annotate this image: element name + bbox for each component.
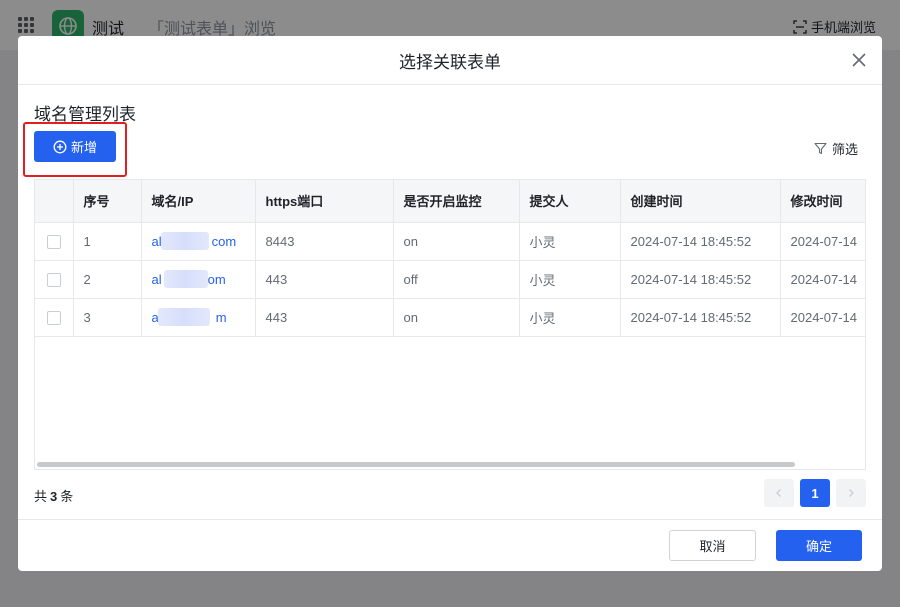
cancel-button[interactable]: 取消	[669, 530, 756, 561]
total-count: 共3条	[34, 489, 74, 504]
cell-index: 2	[73, 260, 142, 299]
select-all-cell	[35, 180, 74, 223]
domain-link[interactable]: al com	[152, 231, 236, 250]
filter-icon	[814, 142, 827, 155]
column-header: 提交人	[519, 180, 621, 223]
table-header-row: 序号 域名/IP https端口 是否开启监控 提交人 创建时间 修改时间	[35, 180, 865, 223]
cell-port: 443	[255, 260, 394, 299]
table-row[interactable]: 3 am 443 on 小灵 2024-07-14 18:45:52 2024-…	[35, 298, 865, 337]
cell-monitor: off	[393, 260, 520, 299]
cell-index: 1	[73, 222, 142, 261]
cell-created: 2024-07-14 18:45:52	[620, 260, 781, 299]
column-header: 序号	[73, 180, 142, 223]
domain-link[interactable]: am	[152, 307, 227, 326]
column-header: 是否开启监控	[393, 180, 520, 223]
chevron-right-icon	[849, 489, 854, 497]
cell-submitter: 小灵	[519, 298, 621, 337]
cell-modified: 2024-07-14	[780, 222, 865, 261]
plus-circle-icon	[53, 140, 67, 153]
prev-page-button[interactable]	[764, 479, 794, 507]
column-header: 域名/IP	[141, 180, 256, 223]
cell-modified: 2024-07-14	[780, 260, 865, 299]
horizontal-scrollbar[interactable]	[37, 462, 795, 467]
column-header: 创建时间	[620, 180, 781, 223]
table-row[interactable]: 1 al com 8443 on 小灵 2024-07-14 18:45:52 2…	[35, 222, 865, 261]
next-page-button[interactable]	[836, 479, 866, 507]
cell-created: 2024-07-14 18:45:52	[620, 222, 781, 261]
cell-domain[interactable]: al om	[141, 260, 256, 299]
add-button-label: 新增	[70, 140, 97, 155]
cell-port: 8443	[255, 222, 394, 261]
confirm-button[interactable]: 确定	[776, 530, 862, 561]
records-table: 序号 域名/IP https端口 是否开启监控 提交人 创建时间 修改时间 1 …	[34, 179, 866, 470]
cell-submitter: 小灵	[519, 222, 621, 261]
redaction-blur	[157, 307, 210, 326]
pagination: 1	[764, 479, 866, 507]
table-row[interactable]: 2 al om 443 off 小灵 2024-07-14 18:45:52 20…	[35, 260, 865, 299]
row-checkbox[interactable]	[46, 234, 61, 249]
cell-created: 2024-07-14 18:45:52	[620, 298, 781, 337]
redaction-blur	[163, 269, 208, 288]
row-checkbox[interactable]	[46, 272, 61, 287]
modal-footer-divider	[18, 519, 882, 520]
cell-port: 443	[255, 298, 394, 337]
domain-link[interactable]: al om	[152, 269, 226, 288]
page-button-current[interactable]: 1	[800, 479, 830, 507]
cell-domain[interactable]: al com	[141, 222, 256, 261]
cell-monitor: on	[393, 222, 520, 261]
select-form-modal: 选择关联表单 域名管理列表 新增 筛选 序号 域名/IP https端口 是否开…	[18, 36, 882, 571]
modal-title: 选择关联表单	[399, 52, 501, 72]
column-header: 修改时间	[780, 180, 865, 223]
filter-button[interactable]: 筛选	[814, 139, 858, 158]
modal-header: 选择关联表单	[18, 36, 882, 85]
redaction-blur	[160, 231, 209, 250]
close-icon[interactable]	[850, 51, 868, 69]
cell-submitter: 小灵	[519, 260, 621, 299]
row-checkbox[interactable]	[46, 310, 61, 325]
cell-domain[interactable]: am	[141, 298, 256, 337]
chevron-left-icon	[776, 489, 781, 497]
cell-modified: 2024-07-14	[780, 298, 865, 337]
cell-index: 3	[73, 298, 142, 337]
cell-monitor: on	[393, 298, 520, 337]
filter-label: 筛选	[831, 142, 858, 157]
column-header: https端口	[255, 180, 394, 223]
add-button[interactable]: 新增	[34, 131, 116, 162]
